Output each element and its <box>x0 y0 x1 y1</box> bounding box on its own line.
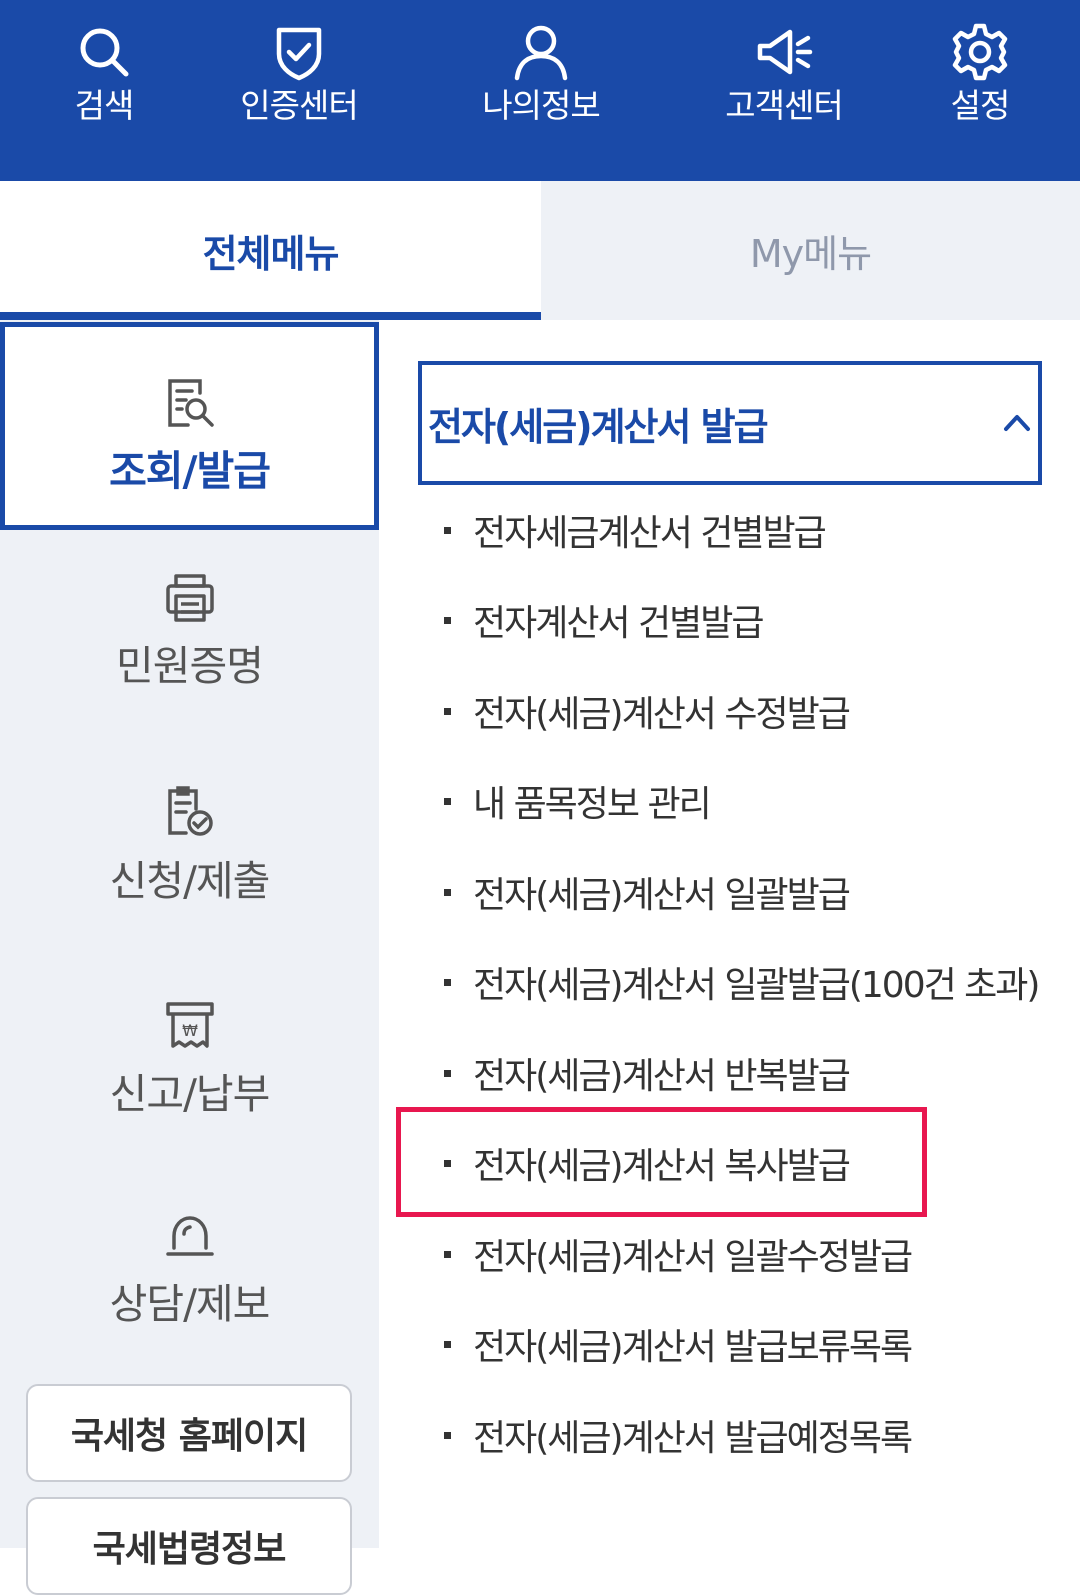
bullet <box>444 526 451 534</box>
top-item-label: 설정 <box>950 86 1011 125</box>
gear-icon <box>952 23 1008 81</box>
won-receipt-icon: ₩ <box>165 1002 214 1048</box>
bullet <box>444 1159 451 1167</box>
submenu-item-label: 내 품목정보 관리 <box>473 784 712 825</box>
shield-check-icon <box>276 27 322 81</box>
submenu-item-label: 전자(세금)계산서 복사발급 <box>473 1146 851 1187</box>
category-label: 조회/발급 <box>109 447 271 495</box>
submenu-item[interactable]: 내 품목정보 관리 <box>444 771 1064 831</box>
submenu-group-title: 전자(세금)계산서 발급 <box>428 404 769 449</box>
bullet <box>444 888 451 896</box>
category-report-payment[interactable]: ₩ 신고/납부 <box>0 998 379 1128</box>
submenu-item[interactable]: 전자계산서 건별발급 <box>444 590 1064 650</box>
bullet <box>444 1340 451 1348</box>
bullet <box>444 1250 451 1258</box>
submenu-item-label: 전자(세금)계산서 반복발급 <box>473 1056 851 1097</box>
nts-homepage-button[interactable]: 국세청 홈페이지 <box>26 1384 352 1482</box>
top-item-label: 검색 <box>74 86 135 125</box>
submenu-group-header[interactable]: 전자(세금)계산서 발급 <box>418 361 1042 485</box>
submenu-item-label: 전자계산서 건별발급 <box>473 603 765 644</box>
document-check-icon <box>167 786 213 836</box>
submenu-item-label: 전자(세금)계산서 일괄발급(100건 초과) <box>473 965 1040 1006</box>
submenu-item-label: 전자(세금)계산서 일괄발급 <box>473 875 851 916</box>
category-label: 상담/제보 <box>109 1280 271 1328</box>
category-sidebar: 조회/발급 민원증명 신청/제출 ₩ 신고/납부 상담/제보 국세청 홈페이지 … <box>0 320 379 1595</box>
bullet <box>444 707 451 715</box>
bullet <box>444 616 451 624</box>
bullet <box>444 978 451 986</box>
category-inquiry-issuance[interactable]: 조회/발급 <box>0 322 379 530</box>
category-application-submission[interactable]: 신청/제출 <box>0 785 379 915</box>
submenu-item[interactable]: 전자(세금)계산서 발급예정목록 <box>444 1405 1064 1465</box>
submenu-item-label: 전자(세금)계산서 발급보류목록 <box>473 1327 913 1368</box>
top-item-search[interactable]: 검색 <box>24 22 184 128</box>
category-label: 신고/납부 <box>109 1070 271 1118</box>
top-navigation-bar: 검색 인증센터 나의정보 고객센터 설정 <box>0 0 1080 181</box>
category-label: 신청/제출 <box>109 857 271 905</box>
submenu-item[interactable]: 전자(세금)계산서 발급보류목록 <box>444 1314 1064 1374</box>
bullet <box>444 797 451 805</box>
search-icon <box>80 28 129 77</box>
top-item-label: 인증센터 <box>240 86 358 125</box>
top-item-customer-center[interactable]: 고객센터 <box>704 22 864 128</box>
top-item-settings[interactable]: 설정 <box>900 22 1060 128</box>
submenu-item-copy-issuance[interactable]: 전자(세금)계산서 복사발급 <box>444 1133 1064 1193</box>
submenu-item-label: 전자(세금)계산서 일괄수정발급 <box>473 1237 913 1278</box>
submenu-item[interactable]: 전자(세금)계산서 반복발급 <box>444 1043 1064 1103</box>
submenu-item-label: 전자세금계산서 건별발급 <box>473 513 827 554</box>
top-item-certification[interactable]: 인증센터 <box>219 22 379 128</box>
printer-icon <box>165 574 214 622</box>
category-label: 민원증명 <box>116 642 264 690</box>
submenu-item-label: 전자(세금)계산서 수정발급 <box>473 694 851 735</box>
tab-my-menu[interactable]: My메뉴 <box>541 181 1080 320</box>
tab-all-menu[interactable]: 전체메뉴 <box>0 181 541 320</box>
bullet <box>444 1069 451 1077</box>
bell-icon <box>165 1216 214 1256</box>
category-civil-certificates[interactable]: 민원증명 <box>0 570 379 700</box>
top-item-label: 고객센터 <box>725 86 843 125</box>
submenu-item[interactable]: 전자세금계산서 건별발급 <box>444 500 1064 560</box>
category-consult-report[interactable]: 상담/제보 <box>0 1208 379 1338</box>
tax-law-info-button[interactable]: 국세법령정보 <box>26 1497 352 1595</box>
submenu-item[interactable]: 전자(세금)계산서 일괄수정발급 <box>444 1224 1064 1284</box>
user-icon <box>514 25 568 81</box>
top-item-label: 나의정보 <box>482 86 600 125</box>
megaphone-icon <box>757 29 813 75</box>
bullet <box>444 1431 451 1439</box>
submenu-item[interactable]: 전자(세금)계산서 일괄발급 <box>444 862 1064 922</box>
document-search-icon <box>167 379 214 427</box>
svg-text:₩: ₩ <box>182 1021 198 1040</box>
submenu-item-label: 전자(세금)계산서 발급예정목록 <box>473 1418 913 1459</box>
top-item-my-info[interactable]: 나의정보 <box>461 22 621 128</box>
chevron-up-icon <box>1004 415 1030 431</box>
submenu-item[interactable]: 전자(세금)계산서 수정발급 <box>444 681 1064 741</box>
submenu-item[interactable]: 전자(세금)계산서 일괄발급(100건 초과) <box>444 952 1064 1012</box>
